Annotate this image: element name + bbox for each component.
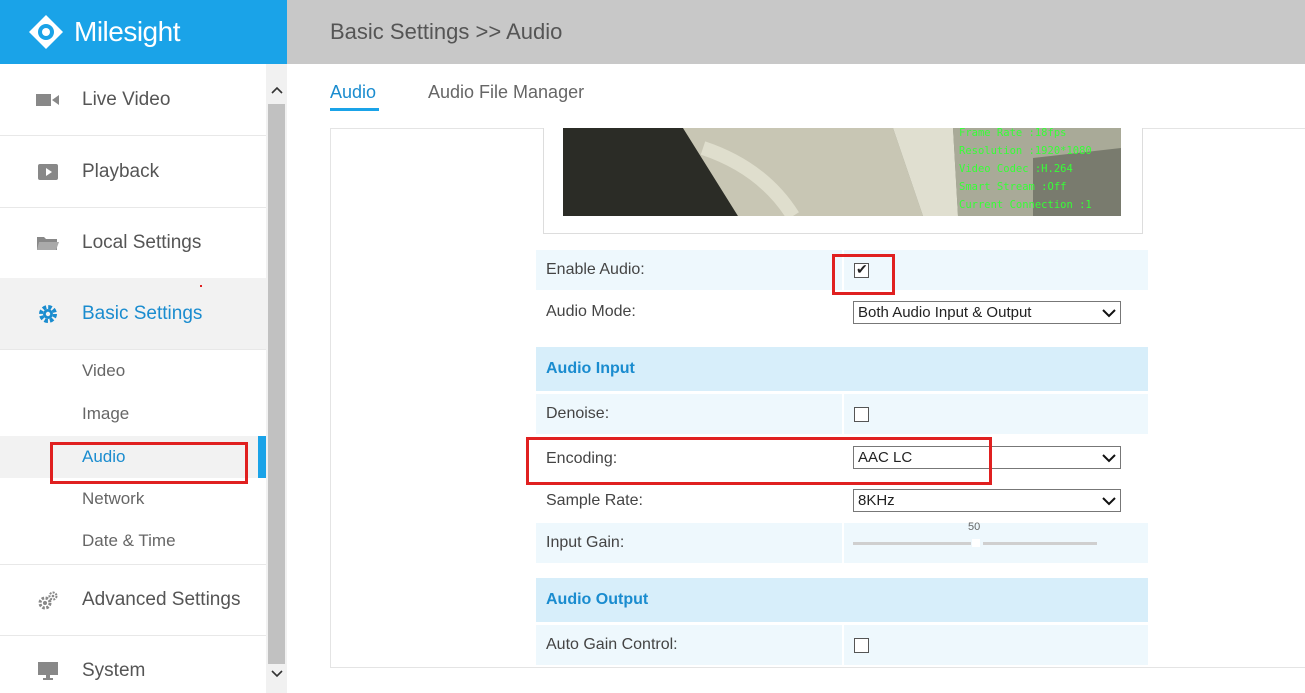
tab-audio-file-manager[interactable]: Audio File Manager <box>428 82 584 103</box>
tab-bar: Audio Audio File Manager <box>330 64 1305 128</box>
chevron-down-icon <box>1102 305 1116 319</box>
sidebar: Live Video Playback Local Settings Basic… <box>0 64 266 693</box>
sidebar-item-label: Local Settings <box>82 231 202 253</box>
folder-icon <box>36 233 60 253</box>
input-gain-value: 50 <box>968 521 981 533</box>
enable-audio-checkbox[interactable] <box>854 261 869 278</box>
sidebar-subitem-label: Network <box>82 489 145 508</box>
sidebar-subitem-label: Image <box>82 404 130 423</box>
osd-resolution: Resolution :1920*1080 <box>959 145 1092 157</box>
brand-name: Milesight <box>74 16 180 47</box>
scroll-up-icon[interactable] <box>266 78 287 102</box>
sidebar-subitem-video[interactable]: Video <box>0 350 266 392</box>
monitor-icon <box>36 661 60 681</box>
sidebar-item-playback[interactable]: Playback <box>0 136 266 208</box>
sidebar-subitem-audio[interactable]: Audio <box>0 436 266 478</box>
sidebar-item-label: Playback <box>82 160 160 182</box>
sidebar-subitem-date-time[interactable]: Date & Time <box>0 520 266 562</box>
input-gain-slider-handle[interactable] <box>972 539 980 547</box>
sidebar-item-label: Basic Settings <box>82 302 203 324</box>
tab-audio[interactable]: Audio <box>330 82 376 103</box>
chevron-down-icon <box>1102 450 1116 464</box>
section-title: Audio Output <box>546 591 649 608</box>
gears-icon <box>36 590 60 610</box>
gear-icon <box>36 304 60 324</box>
scroll-thumb[interactable] <box>268 104 285 664</box>
osd-frame-rate: Frame Rate :18fps <box>959 127 1067 139</box>
encoding-select[interactable]: AAC LC <box>853 446 1121 469</box>
sample-rate-label: Sample Rate: <box>546 492 643 509</box>
input-gain-label: Input Gain: <box>546 534 625 551</box>
play-icon <box>36 162 60 182</box>
input-gain-track-left[interactable] <box>853 542 971 545</box>
breadcrumb: Basic Settings >> Audio <box>330 19 563 44</box>
osd-video-codec: Video Codec :H.264 <box>959 163 1073 175</box>
row-value-cell <box>844 625 1148 665</box>
video-camera-icon <box>36 90 60 110</box>
input-gain-track-right[interactable] <box>983 542 1097 545</box>
sidebar-subitem-label: Audio <box>82 447 126 466</box>
row-value-cell <box>844 394 1148 434</box>
encoding-label: Encoding: <box>546 450 618 467</box>
sidebar-subitem-network[interactable]: Network <box>0 478 266 520</box>
sidebar-subitem-image[interactable]: Image <box>0 393 266 435</box>
active-tab-indicator <box>330 108 379 111</box>
auto-gain-control-label: Auto Gain Control: <box>546 636 678 653</box>
row-auto-gain-control: Auto Gain Control: <box>536 625 1148 665</box>
osd-current-connection: Current Connection :1 <box>959 199 1092 211</box>
red-dot <box>200 285 202 287</box>
denoise-checkbox[interactable] <box>854 407 869 422</box>
denoise-label: Denoise: <box>546 405 610 422</box>
section-audio-input: Audio Input <box>536 347 1148 391</box>
page-header: Basic Settings >> Audio <box>287 0 1305 64</box>
row-value-cell <box>844 250 1148 290</box>
chevron-down-icon <box>1102 493 1116 507</box>
enable-audio-label: Enable Audio: <box>546 261 645 278</box>
sidebar-item-local-settings[interactable]: Local Settings <box>0 207 266 279</box>
sidebar-item-label: Live Video <box>82 88 171 110</box>
row-enable-audio: Enable Audio: <box>536 250 1148 290</box>
sidebar-item-label: System <box>82 660 146 681</box>
logo-bar: Milesight <box>0 0 287 64</box>
section-audio-output: Audio Output <box>536 578 1148 622</box>
sidebar-item-label: Advanced Settings <box>82 589 241 610</box>
sidebar-item-advanced-settings[interactable]: Advanced Settings <box>0 564 266 636</box>
section-title: Audio Input <box>546 360 635 377</box>
osd-smart-stream: Smart Stream :Off <box>959 181 1067 193</box>
scroll-down-icon[interactable] <box>266 662 287 686</box>
audio-mode-value: Both Audio Input & Output <box>858 304 1032 321</box>
sidebar-subitem-label: Date & Time <box>82 531 176 550</box>
milesight-logo-icon <box>28 14 64 50</box>
auto-gain-control-checkbox[interactable] <box>854 638 869 653</box>
row-denoise: Denoise: <box>536 394 1148 434</box>
sidebar-item-basic-settings[interactable]: Basic Settings <box>0 278 266 350</box>
sidebar-scrollbar[interactable] <box>266 64 287 693</box>
sample-rate-value: 8KHz <box>858 492 895 509</box>
sidebar-item-live-video[interactable]: Live Video <box>0 64 266 136</box>
sample-rate-select[interactable]: 8KHz <box>853 489 1121 512</box>
audio-mode-label: Audio Mode: <box>546 303 636 320</box>
sidebar-subitem-label: Video <box>82 361 126 380</box>
audio-mode-select[interactable]: Both Audio Input & Output <box>853 301 1121 324</box>
encoding-value: AAC LC <box>858 449 913 466</box>
sidebar-item-system[interactable]: System <box>0 635 266 693</box>
